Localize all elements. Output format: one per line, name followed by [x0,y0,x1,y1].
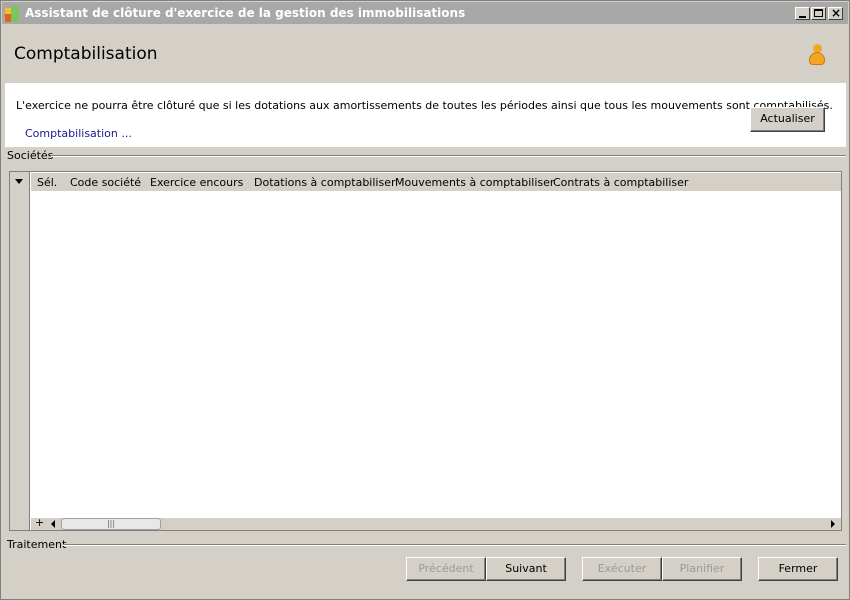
column-header-contrats[interactable]: Contrats à comptabiliser [553,176,688,189]
info-message: L'exercice ne pourra être clôturé que si… [16,99,833,112]
maximize-button[interactable] [811,7,826,20]
column-header-sel[interactable]: Sél. [37,176,57,189]
previous-button[interactable]: Précédent [406,557,486,581]
column-header-code-societe[interactable]: Code société [70,176,141,189]
refresh-button-label: Actualiser [760,112,815,125]
scrollbar-thumb[interactable]: ||| [61,518,161,530]
maximize-icon [814,9,823,17]
grid-row-header [10,172,30,530]
page-header: Comptabilisation [5,26,846,83]
next-button[interactable]: Suivant [486,557,566,581]
column-header-mouvements[interactable]: Mouvements à comptabiliser [395,176,554,189]
societes-grid[interactable]: Sél. Code société Exercice encours Dotat… [9,171,842,531]
societes-group-label: Sociétés [7,149,57,162]
refresh-button[interactable]: Actualiser [750,107,825,132]
minimize-button[interactable] [795,7,810,20]
traitement-group-divider [63,544,846,546]
app-window: Assistant de clôture d'exercice de la ge… [0,0,850,600]
close-button[interactable]: Fermer [758,557,838,581]
chevron-down-icon[interactable] [15,179,23,184]
execute-button-label: Exécuter [597,562,647,575]
user-icon[interactable] [808,44,826,66]
plan-button-label: Planifier [679,562,725,575]
info-panel: L'exercice ne pourra être clôturé que si… [5,83,846,147]
column-header-dotations[interactable]: Dotations à comptabiliser [254,176,396,189]
page-title: Comptabilisation [14,44,158,64]
execute-button[interactable]: Exécuter [582,557,662,581]
close-window-button[interactable]: × [828,6,843,20]
horizontal-scrollbar[interactable]: + ||| [31,516,841,530]
societes-group-divider [51,155,846,157]
traitement-group-label: Traitement [7,538,70,551]
scroll-right-icon[interactable] [831,520,835,528]
minimize-icon [799,16,806,18]
plan-button[interactable]: Planifier [662,557,742,581]
window-title: Assistant de clôture d'exercice de la ge… [25,6,466,20]
grid-header: Sél. Code société Exercice encours Dotat… [31,173,841,191]
close-icon: × [831,6,842,20]
scroll-left-icon[interactable] [51,520,55,528]
app-icon [5,6,21,22]
title-bar[interactable]: Assistant de clôture d'exercice de la ge… [2,2,848,24]
comptabilisation-link[interactable]: Comptabilisation ... [25,127,132,140]
next-button-label: Suivant [505,562,547,575]
close-button-label: Fermer [778,562,818,575]
previous-button-label: Précédent [418,562,474,575]
add-row-button[interactable]: + [35,516,44,529]
column-header-exercice-encours[interactable]: Exercice encours [150,176,243,189]
